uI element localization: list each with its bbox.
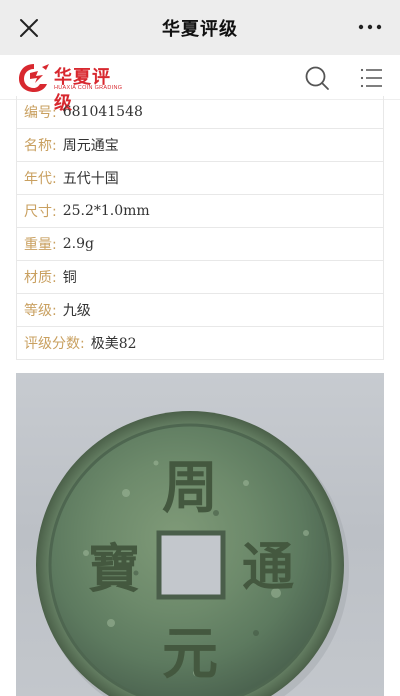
page-title: 华夏评级 [162,18,238,40]
info-label: 等级: [24,303,57,319]
info-value: 铜 [62,270,77,286]
info-row-size: 尺寸: 25.2*1.0mm [17,195,383,228]
info-value: 九级 [62,303,91,319]
logo[interactable]: 华夏评级 HUAXIA COIN GRADING [16,61,126,114]
top-bar: 华夏评级 [0,0,400,55]
info-label: 名称: [24,138,57,154]
dragon-logo-icon [19,64,49,92]
info-value: 681041548 [62,104,143,120]
close-icon[interactable] [17,16,41,40]
info-value: 极美82 [90,336,137,352]
info-value: 25.2*1.0mm [62,203,150,219]
info-label: 材质: [24,270,57,286]
logo-subtitle: HUAXIA COIN GRADING [54,85,123,91]
coin-char-left: 寶 [88,539,140,600]
info-row-name: 名称: 周元通宝 [17,129,383,162]
menu-icon[interactable] [360,67,384,89]
info-label: 年代: [24,171,57,187]
info-row-era: 年代: 五代十国 [17,162,383,195]
info-label: 评级分数: [24,336,85,352]
info-row-grade: 等级: 九级 [17,294,383,327]
more-dots-icon[interactable] [357,17,383,37]
coin-char-top: 周 [162,455,218,521]
info-label: 重量: [24,237,57,253]
coin-char-bottom: 元 [162,621,218,687]
info-value: 五代十国 [62,171,119,187]
info-label: 尺寸: [24,204,57,220]
search-icon[interactable] [304,65,330,91]
info-row-score: 评级分数: 极美82 [17,327,383,360]
coin-char-right: 通 [242,537,294,598]
info-row-material: 材质: 铜 [17,261,383,294]
coin-hole [156,530,226,600]
coin-image: 周 元 通 寶 [36,411,349,696]
info-value: 周元通宝 [62,138,119,154]
site-header: 华夏评级 HUAXIA COIN GRADING [0,55,400,114]
coin-photo[interactable]: 周 元 通 寶 [16,373,384,696]
info-value: 2.9g [62,236,94,252]
info-row-serial: 编号: 681041548 [17,96,383,129]
coin-info-table: 编号: 681041548 名称: 周元通宝 年代: 五代十国 尺寸: 25.2… [16,96,384,360]
info-label: 编号: [24,105,57,121]
info-row-weight: 重量: 2.9g [17,228,383,261]
